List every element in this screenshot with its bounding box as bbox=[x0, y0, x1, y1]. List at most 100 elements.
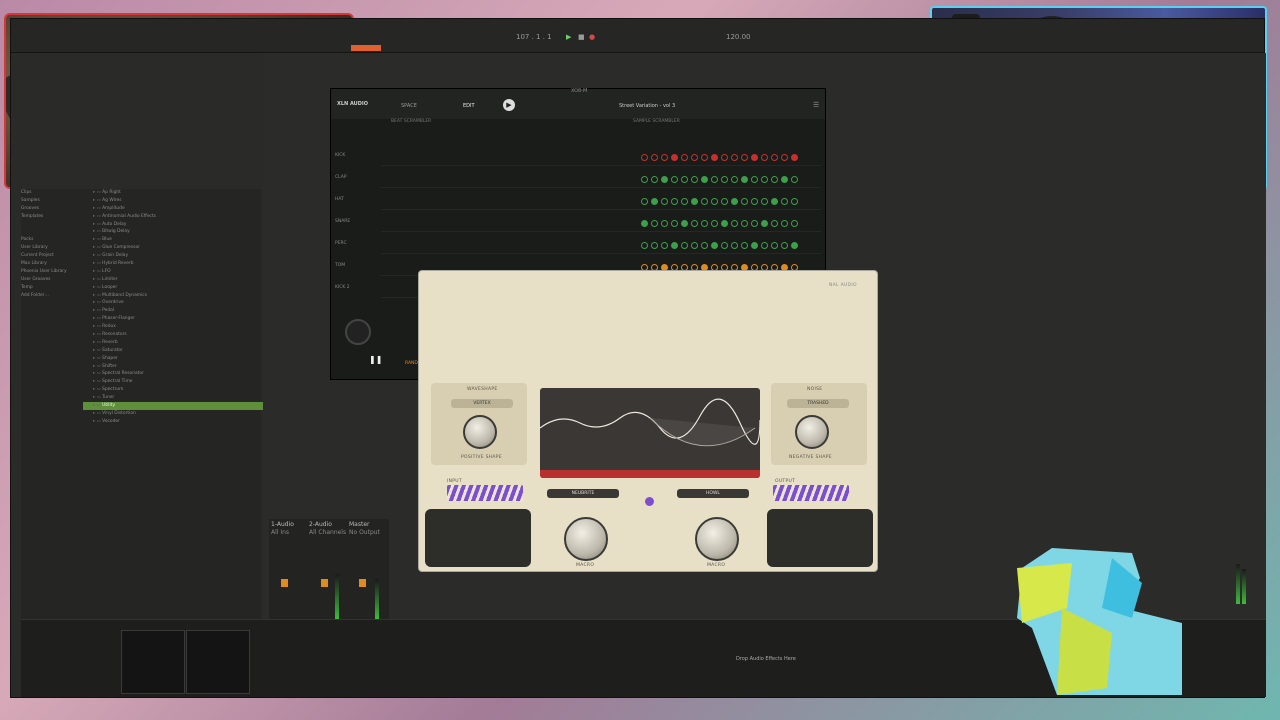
step-pad[interactable] bbox=[641, 242, 648, 249]
step-pad[interactable] bbox=[641, 198, 648, 205]
link-icon[interactable] bbox=[645, 497, 654, 506]
browser-device-item[interactable]: Phaser-Flanger bbox=[83, 315, 263, 323]
browser-device-item[interactable]: Bitwig Delay bbox=[83, 228, 263, 236]
step-pad[interactable] bbox=[641, 176, 648, 183]
preset-name[interactable]: Street Variation - vol 3 bbox=[619, 103, 675, 109]
play-button[interactable]: ▶ bbox=[503, 99, 515, 111]
output-gain-bar[interactable] bbox=[773, 485, 849, 501]
step-pad[interactable] bbox=[791, 242, 798, 249]
device-slot[interactable] bbox=[121, 630, 185, 694]
step-pad[interactable] bbox=[701, 154, 708, 161]
step-pad[interactable] bbox=[791, 176, 798, 183]
step-pad[interactable] bbox=[681, 220, 688, 227]
step-pad[interactable] bbox=[731, 176, 738, 183]
browser-device-item[interactable]: Shifter bbox=[83, 363, 263, 371]
clip-marker[interactable] bbox=[351, 45, 381, 51]
step-pad[interactable] bbox=[641, 154, 648, 161]
browser-device-item[interactable]: Vocoder bbox=[83, 418, 263, 426]
browser-device-item[interactable]: Grain Delay bbox=[83, 252, 263, 260]
step-pad[interactable] bbox=[751, 154, 758, 161]
step-pad[interactable] bbox=[741, 176, 748, 183]
track-activator-button[interactable] bbox=[359, 579, 366, 587]
step-pad[interactable] bbox=[661, 198, 668, 205]
step-pad[interactable] bbox=[671, 154, 678, 161]
step-pad[interactable] bbox=[681, 242, 688, 249]
step-pad[interactable] bbox=[731, 154, 738, 161]
step-pad[interactable] bbox=[771, 242, 778, 249]
step-pad[interactable] bbox=[671, 242, 678, 249]
sequencer-lane[interactable] bbox=[381, 171, 821, 188]
step-pad[interactable] bbox=[711, 242, 718, 249]
lane-label[interactable]: KICK bbox=[335, 153, 345, 158]
step-pad[interactable] bbox=[701, 198, 708, 205]
browser-device-item[interactable]: Pedal bbox=[83, 307, 263, 315]
step-pad[interactable] bbox=[721, 242, 728, 249]
mixer-ch3-route[interactable]: No Output bbox=[349, 529, 380, 536]
step-pad[interactable] bbox=[771, 198, 778, 205]
lane-label[interactable]: SNARE bbox=[335, 219, 350, 224]
step-pad[interactable] bbox=[681, 198, 688, 205]
browser-device-item[interactable]: Utility bbox=[83, 402, 263, 410]
track-activator-button[interactable] bbox=[321, 579, 328, 587]
browser-device-item[interactable]: Blue bbox=[83, 236, 263, 244]
browser-device-item[interactable]: Looper bbox=[83, 284, 263, 292]
mixer-ch2-route[interactable]: All Channels bbox=[309, 529, 346, 536]
step-pad[interactable] bbox=[701, 242, 708, 249]
browser-device-item[interactable]: Spectrum bbox=[83, 386, 263, 394]
lane-label[interactable]: PERC bbox=[335, 241, 347, 246]
step-pad[interactable] bbox=[741, 154, 748, 161]
step-pad[interactable] bbox=[671, 220, 678, 227]
step-pad[interactable] bbox=[651, 242, 658, 249]
step-pad[interactable] bbox=[711, 154, 718, 161]
browser-place-item[interactable]: User Grooves bbox=[21, 276, 67, 284]
browser-place-item[interactable]: Current Project bbox=[21, 252, 67, 260]
browser-place-item[interactable]: Max Library bbox=[21, 260, 67, 268]
step-pad[interactable] bbox=[661, 242, 668, 249]
step-pad[interactable] bbox=[661, 220, 668, 227]
browser-device-item[interactable]: Ag Wires bbox=[83, 197, 263, 205]
browser-place-item[interactable]: Packs bbox=[21, 236, 67, 244]
browser-device-item[interactable]: Amplitude bbox=[83, 205, 263, 213]
step-pad[interactable] bbox=[651, 154, 658, 161]
browser-device-item[interactable]: Vinyl Distortion bbox=[83, 410, 263, 418]
browser-device-item[interactable]: Glue Compressor bbox=[83, 244, 263, 252]
browser-device-item[interactable]: Tuner bbox=[83, 394, 263, 402]
step-pad[interactable] bbox=[671, 176, 678, 183]
step-pad[interactable] bbox=[701, 176, 708, 183]
step-pad[interactable] bbox=[751, 176, 758, 183]
menu-icon[interactable]: ☰ bbox=[813, 101, 819, 109]
browser-device-item[interactable]: Limiter bbox=[83, 276, 263, 284]
step-pad[interactable] bbox=[791, 198, 798, 205]
input-gain-bar[interactable] bbox=[447, 485, 523, 501]
tab-space[interactable]: SPACE bbox=[401, 103, 417, 109]
left-shape-dropdown[interactable]: VERTEX bbox=[451, 399, 513, 408]
right-shape-dropdown[interactable]: TRASHED bbox=[787, 399, 849, 408]
step-pad[interactable] bbox=[661, 176, 668, 183]
browser-device-item[interactable]: Shaper bbox=[83, 355, 263, 363]
step-pad[interactable] bbox=[771, 154, 778, 161]
step-pad[interactable] bbox=[771, 220, 778, 227]
step-pad[interactable] bbox=[741, 198, 748, 205]
step-pad[interactable] bbox=[761, 242, 768, 249]
step-pad[interactable] bbox=[651, 176, 658, 183]
step-pad[interactable] bbox=[691, 242, 698, 249]
sequencer-lane[interactable] bbox=[381, 237, 821, 254]
browser-device-item[interactable]: Saturator bbox=[83, 347, 263, 355]
track-activator-button[interactable] bbox=[281, 579, 288, 587]
step-pad[interactable] bbox=[651, 220, 658, 227]
arrangement-position[interactable]: 107 . 1 . 1 bbox=[516, 33, 552, 41]
browser-place-item[interactable]: Clips bbox=[21, 189, 67, 197]
macro-knob-2[interactable] bbox=[695, 517, 739, 561]
browser-place-item[interactable]: Phoenix User Library bbox=[21, 268, 67, 276]
step-pad[interactable] bbox=[681, 176, 688, 183]
browser-device-item[interactable]: Overdrive bbox=[83, 299, 263, 307]
step-pad[interactable] bbox=[781, 242, 788, 249]
browser-device-item[interactable]: LFO bbox=[83, 268, 263, 276]
mode-left-button[interactable]: NEUBRITE bbox=[547, 489, 619, 498]
negative-shape-knob[interactable] bbox=[795, 415, 829, 449]
browser-device-item[interactable]: Auto Delay bbox=[83, 221, 263, 229]
step-pad[interactable] bbox=[761, 198, 768, 205]
tempo-display[interactable]: 120.00 bbox=[726, 33, 751, 41]
sequencer-lane[interactable] bbox=[381, 215, 821, 232]
record-icon[interactable]: ● bbox=[589, 33, 595, 41]
